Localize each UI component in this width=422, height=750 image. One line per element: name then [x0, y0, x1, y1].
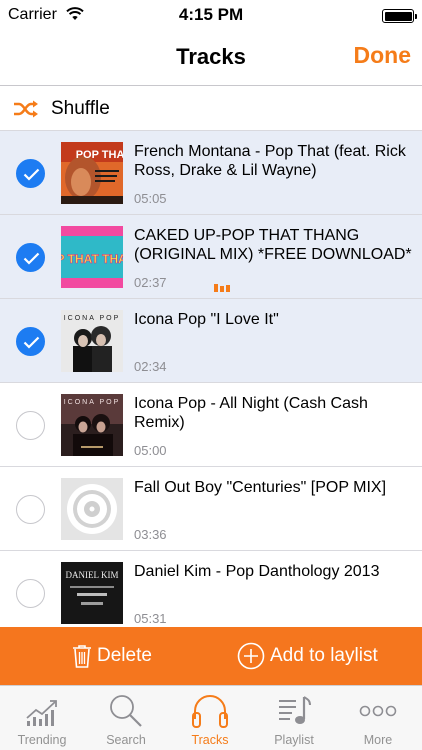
album-art: DANIEL KIM: [61, 562, 123, 624]
album-art: [61, 478, 123, 540]
track-row[interactable]: POP THAT French Montana - Pop That (feat…: [0, 131, 422, 215]
tab-label: Tracks: [191, 733, 229, 747]
track-duration: 05:05: [134, 191, 167, 206]
add-to-playlist-label: Add to laylist: [270, 645, 378, 666]
shuffle-label: Shuffle: [51, 97, 110, 119]
add-to-playlist-button[interactable]: Add to laylist: [237, 627, 378, 685]
track-duration: 05:31: [134, 611, 167, 626]
track-title: Fall Out Boy "Centuries" [POP MIX]: [134, 479, 387, 496]
track-list[interactable]: POP THAT French Montana - Pop That (feat…: [0, 131, 422, 627]
trash-icon: [73, 645, 91, 668]
navigation-bar: Tracks Done: [0, 30, 422, 86]
tab-trending[interactable]: Trending: [0, 686, 84, 750]
album-art-text: DANIEL KIM: [66, 570, 119, 580]
track-row[interactable]: Fall Out Boy "Centuries" [POP MIX] 03:36: [0, 467, 422, 551]
selection-checkbox[interactable]: [16, 327, 45, 356]
track-title: Icona Pop "I Love It": [134, 311, 279, 328]
track-title: CAKED UP-POP THAT THANG (ORIGINAL MIX) *…: [134, 227, 412, 263]
album-art: POP THAT THANG: [61, 226, 123, 288]
trending-icon: [26, 700, 57, 726]
action-bar: Delete Add to laylist: [0, 627, 422, 685]
search-icon: [110, 695, 142, 727]
done-button[interactable]: Done: [354, 42, 412, 69]
tab-tracks[interactable]: Tracks: [168, 686, 252, 750]
vinyl-placeholder-icon: [61, 478, 123, 540]
shuffle-button[interactable]: Shuffle: [0, 87, 422, 131]
selection-checkbox[interactable]: [16, 579, 45, 608]
album-art-text: ICONA POP: [64, 399, 121, 406]
track-duration: 02:34: [134, 359, 167, 374]
album-art: ICONA POP: [61, 394, 123, 456]
track-row[interactable]: ICONA POP Icona Pop - All Night (Cash Ca…: [0, 383, 422, 467]
album-art: ICONA POP: [61, 310, 123, 372]
tab-label: Trending: [17, 733, 67, 747]
selection-checkbox[interactable]: [16, 411, 45, 440]
headphones-icon: [192, 695, 228, 728]
tab-label: More: [363, 733, 393, 747]
selection-checkbox[interactable]: [16, 243, 45, 272]
selection-checkbox[interactable]: [16, 495, 45, 524]
album-art-text: POP THAT THANG: [61, 252, 123, 266]
track-title: Icona Pop - All Night (Cash Cash Remix): [134, 395, 368, 431]
track-duration: 05:00: [134, 443, 167, 458]
track-duration: 02:37: [134, 275, 167, 290]
album-art-text: ICONA POP: [64, 315, 121, 322]
tab-search[interactable]: Search: [84, 686, 168, 750]
tab-label: Search: [106, 733, 146, 747]
now-playing-icon: [214, 284, 230, 292]
album-art: POP THAT: [61, 142, 123, 204]
status-bar: Carrier 4:15 PM: [0, 0, 422, 30]
album-art-text: POP THAT: [76, 149, 123, 161]
track-duration: 03:36: [134, 527, 167, 542]
track-row[interactable]: DANIEL KIM Daniel Kim - Pop Danthology 2…: [0, 551, 422, 627]
track-row[interactable]: ICONA POP Icona Pop "I Love It" 02:34: [0, 299, 422, 383]
track-row[interactable]: POP THAT THANG CAKED UP-POP THAT THANG (…: [0, 215, 422, 299]
playlist-icon: [279, 696, 311, 724]
track-title: French Montana - Pop That (feat. Rick Ro…: [134, 143, 406, 179]
selection-checkbox[interactable]: [16, 159, 45, 188]
battery-icon: [382, 9, 417, 23]
delete-button[interactable]: Delete: [72, 627, 152, 685]
status-time: 4:15 PM: [178, 5, 244, 24]
track-title: Daniel Kim - Pop Danthology 2013: [134, 563, 380, 580]
delete-label: Delete: [97, 645, 152, 666]
tab-bar: Trending Search Tracks Playlist More: [0, 685, 422, 750]
tab-playlist[interactable]: Playlist: [252, 686, 336, 750]
tab-label: Playlist: [274, 733, 314, 747]
tab-more[interactable]: More: [336, 686, 420, 750]
shuffle-icon: [14, 100, 38, 117]
more-icon: [359, 705, 397, 717]
add-circle-icon: [237, 642, 265, 670]
